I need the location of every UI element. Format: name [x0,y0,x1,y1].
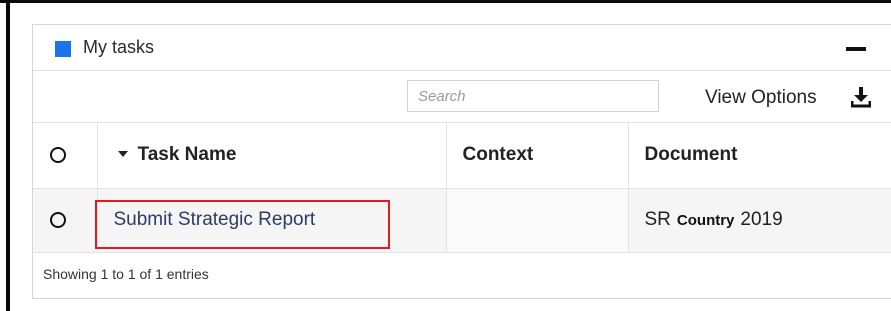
select-all-column-header [33,123,98,189]
table-row[interactable]: Submit Strategic Report SR Country 2019 [33,188,891,253]
panel-color-square-icon [55,41,71,57]
row-select-radio[interactable] [50,211,66,228]
sort-desc-caret-icon [117,151,128,158]
document-cell: SR Country 2019 [628,188,891,253]
my-tasks-panel: My tasks View Options Task Name [32,24,891,299]
column-header-task-name-label: Task Name [137,144,237,166]
view-options-button[interactable]: View Options [705,87,817,109]
column-header-document-label: Document [644,144,738,166]
task-name-cell: Submit Strategic Report [94,188,447,253]
document-suffix: 2019 [740,209,783,230]
window-frame-top [0,0,891,3]
collapse-minus-icon[interactable] [846,47,866,51]
download-icon[interactable] [851,86,871,108]
column-header-context[interactable]: Context [446,123,629,189]
entries-info: Showing 1 to 1 of 1 entries [43,266,209,282]
column-header-context-label: Context [462,144,534,166]
panel-title: My tasks [83,37,155,57]
tasks-table: Task Name Context Document Submit Strate… [33,123,891,253]
window-frame-left [6,0,10,311]
column-header-task-name[interactable]: Task Name [97,123,447,189]
column-header-document[interactable]: Document [628,123,891,189]
select-all-radio[interactable] [50,147,66,164]
table-toolbar: View Options [33,71,891,123]
document-prefix: SR [644,209,671,230]
table-footer: Showing 1 to 1 of 1 entries [33,252,891,298]
context-cell [446,188,629,253]
task-name-link[interactable]: Submit Strategic Report [114,209,316,230]
row-select-cell [33,188,98,253]
table-header-row: Task Name Context Document [33,123,891,189]
document-middle: Country [676,212,735,229]
panel-header: My tasks [33,25,891,71]
search-input[interactable] [407,80,659,112]
